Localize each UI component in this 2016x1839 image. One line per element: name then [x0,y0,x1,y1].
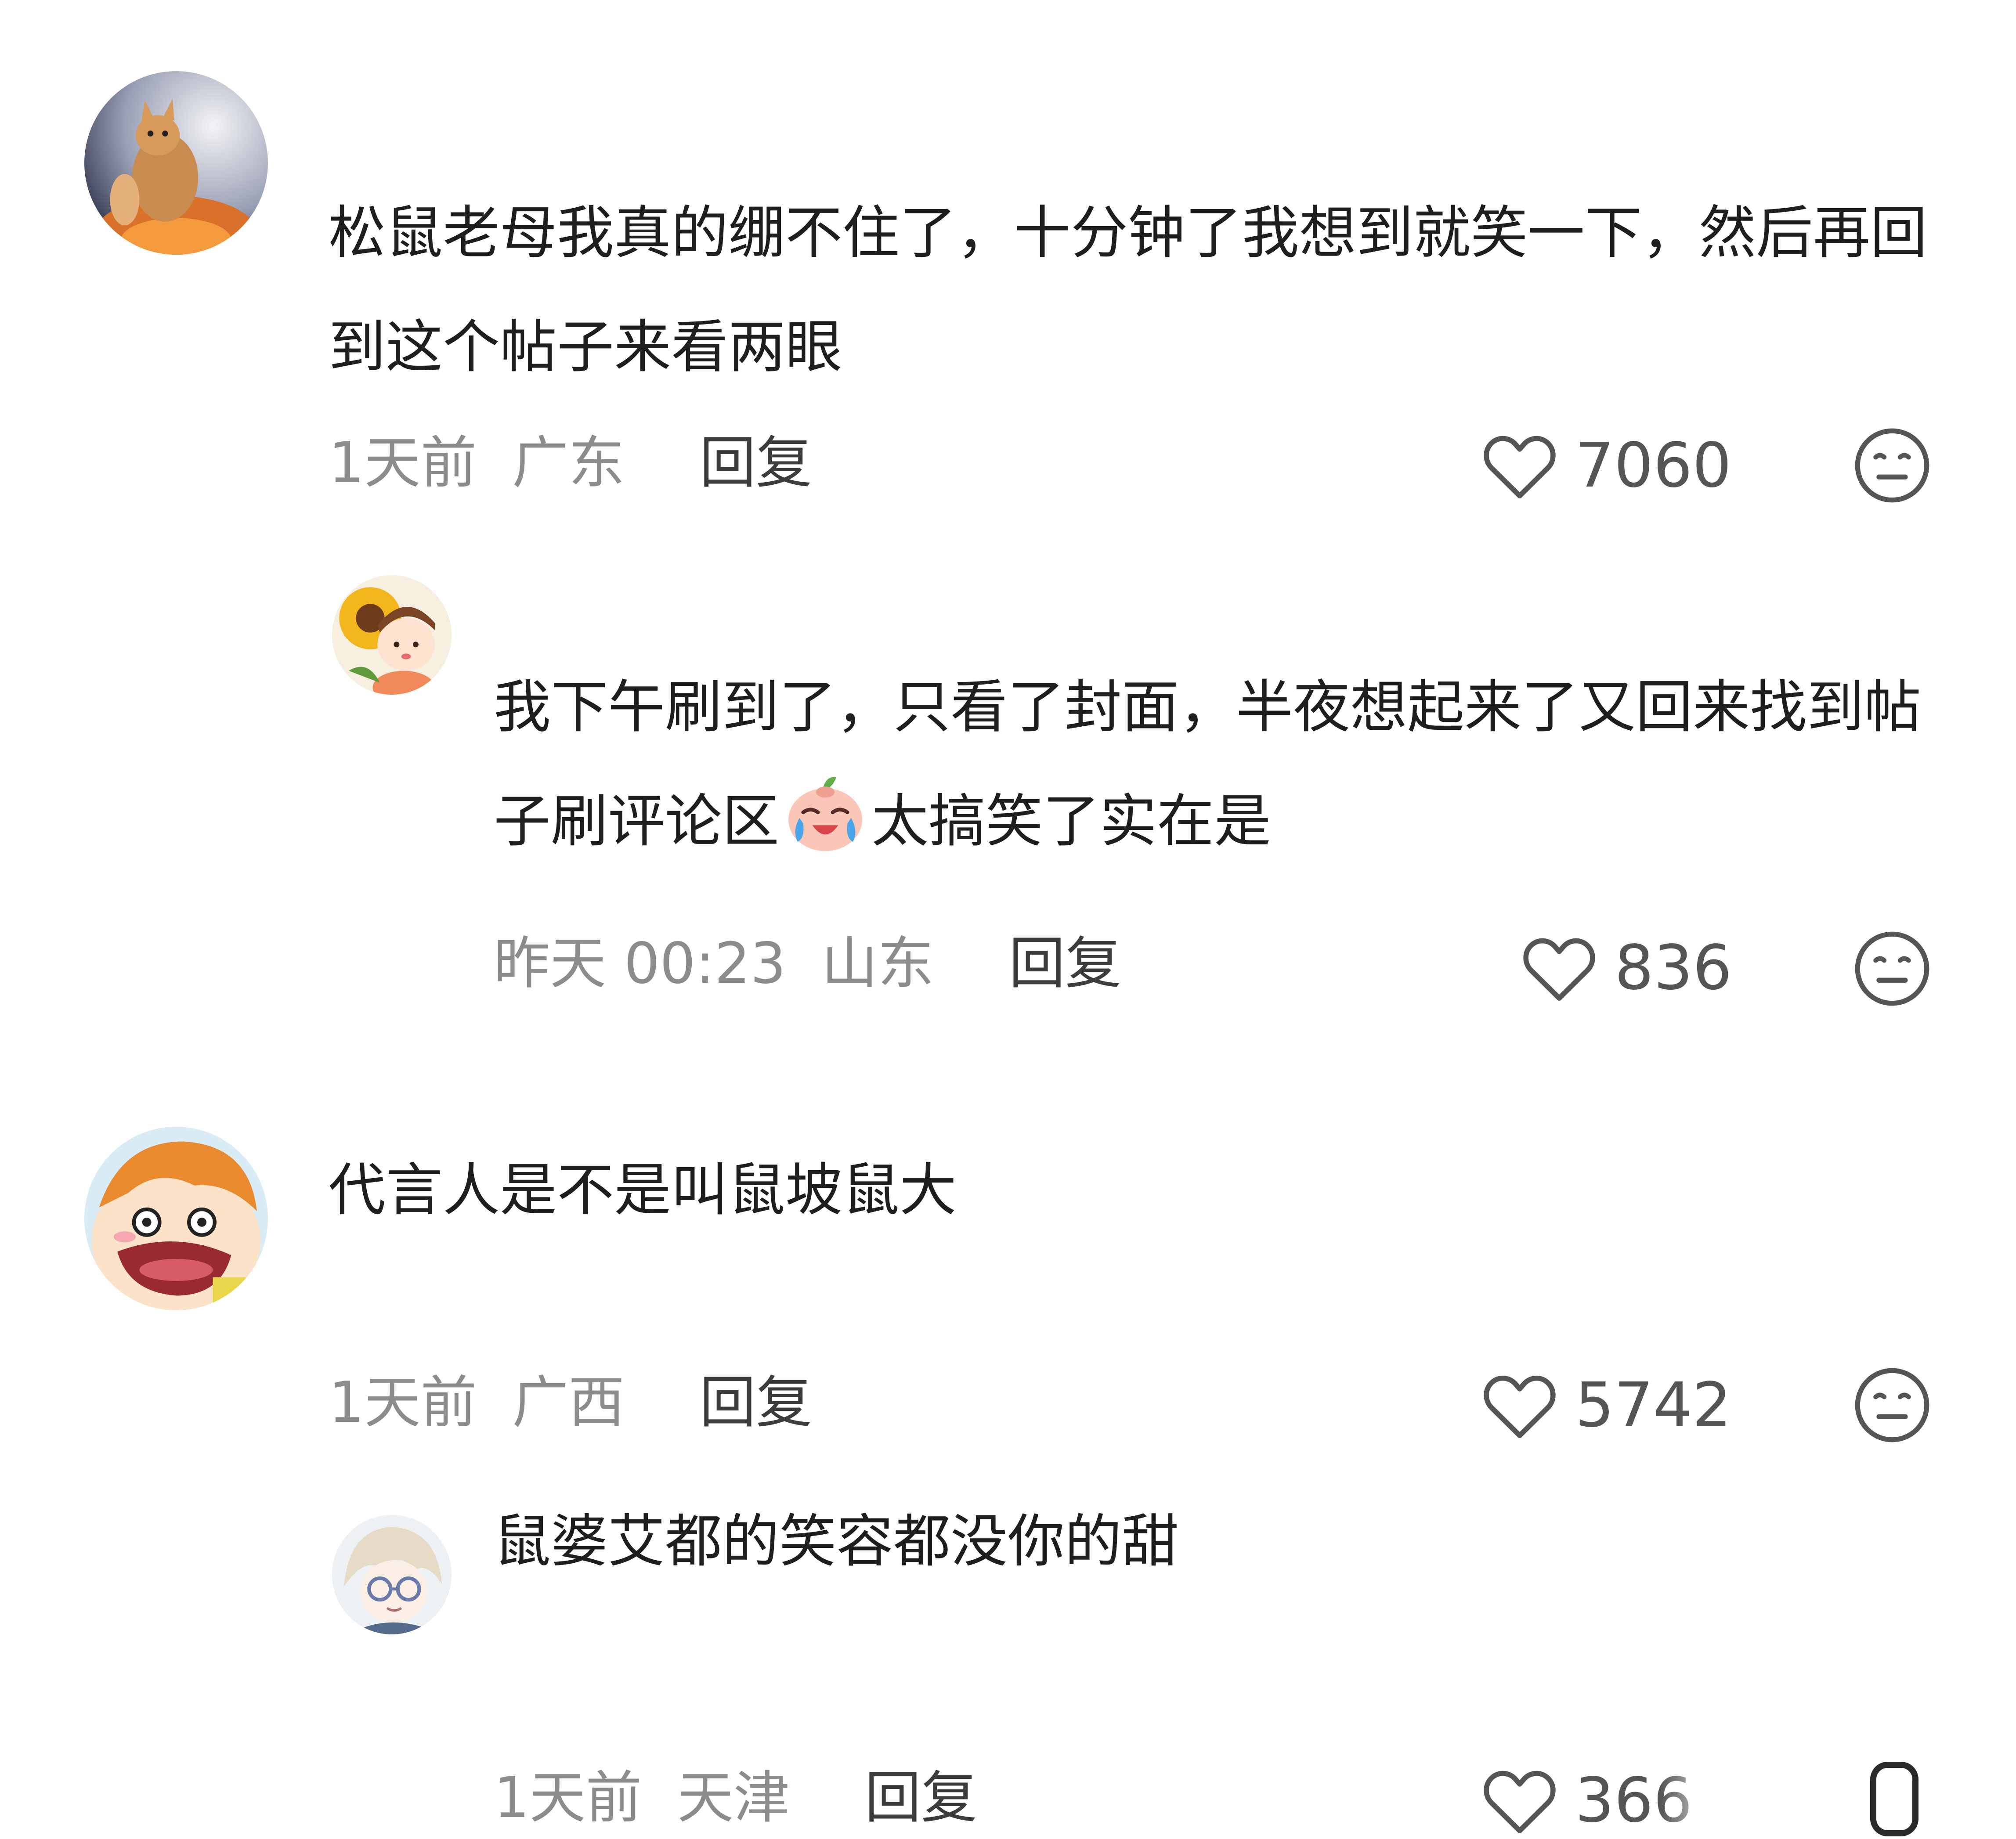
avatar-sunflower-girl-image [332,575,452,695]
comment-time: 1天前 [329,430,477,496]
user-avatar[interactable] [84,1127,268,1310]
heart-outline-icon [1484,436,1556,498]
comment-reply-item: 我下午刷到了，只看了封面，半夜想起来了又回来找到帖子刷评论区 太搞笑了实在是 昨… [0,527,2016,1054]
heart-outline-icon [1484,1770,1556,1833]
comment-text: 我下午刷到了，只看了封面，半夜想起来了又回来找到帖子刷评论区 太搞笑了实在是 [494,650,1956,878]
like-button[interactable]: 836 [1520,932,1732,1004]
comment-location: 广东 [512,430,625,496]
crying-laughing-emoji-icon [779,766,871,858]
dislike-button[interactable] [1853,426,1932,505]
avatar-cat-image [84,71,268,255]
user-avatar[interactable] [84,71,268,255]
user-avatar[interactable] [332,1515,452,1634]
like-count: 5742 [1575,1369,1732,1441]
heart-outline-icon [1484,1375,1556,1438]
comment-time: 昨天 00:23 [494,931,786,996]
comment-text: 松鼠老母我真的绷不住了，十分钟了我想到就笑一下，然后再回到这个帖子来看两眼 [329,199,1928,380]
comment-text-part: 太搞笑了实在是 [871,788,1272,855]
reply-button[interactable]: 回复 [700,430,812,496]
comment-text: 鼠婆艾都的笑容都没你的甜 [494,1508,1179,1575]
dislike-button[interactable] [1853,929,1932,1008]
bottom-fade-overlay [1660,1770,2016,1839]
like-button[interactable]: 7060 [1480,430,1731,501]
comment-meta: 1天前 广东 回复 [329,430,812,496]
comment-location: 天津 [677,1765,790,1831]
reply-button[interactable]: 回复 [700,1370,812,1435]
heart-outline-icon [1523,938,1595,1001]
like-count: 7060 [1575,429,1732,501]
user-avatar[interactable] [332,575,452,695]
reply-button[interactable]: 回复 [1009,931,1121,996]
comment-location: 山东 [821,931,934,996]
comment-meta: 昨天 00:23 山东 回复 [494,931,1121,997]
comment-text: 代言人是不是叫鼠坡鼠大 [329,1157,957,1223]
avatar-anime-character-image [332,1515,452,1634]
like-button[interactable]: 5742 [1480,1369,1732,1441]
reply-button[interactable]: 回复 [865,1765,977,1831]
neutral-face-icon [1855,1368,1929,1442]
comment-time: 1天前 [494,1765,642,1831]
dislike-button[interactable] [1853,1366,1932,1445]
like-count: 836 [1615,932,1732,1004]
comment-location: 广西 [512,1370,625,1435]
comment-meta: 1天前 天津 回复 [494,1765,977,1831]
neutral-face-icon [1855,931,1929,1006]
neutral-face-icon [1855,428,1929,503]
scroll-handle[interactable] [1870,1762,1918,1836]
comment-item: 松鼠老母我真的绷不住了，十分钟了我想到就笑一下，然后再回到这个帖子来看两眼 1天… [0,0,2016,527]
comment-meta: 1天前 广西 回复 [329,1370,812,1436]
comment-time: 1天前 [329,1370,477,1435]
comment-item: 代言人是不是叫鼠坡鼠大 1天前 广西 回复 5742 [0,1115,2016,1467]
avatar-cartoon-boy-image [84,1127,268,1310]
